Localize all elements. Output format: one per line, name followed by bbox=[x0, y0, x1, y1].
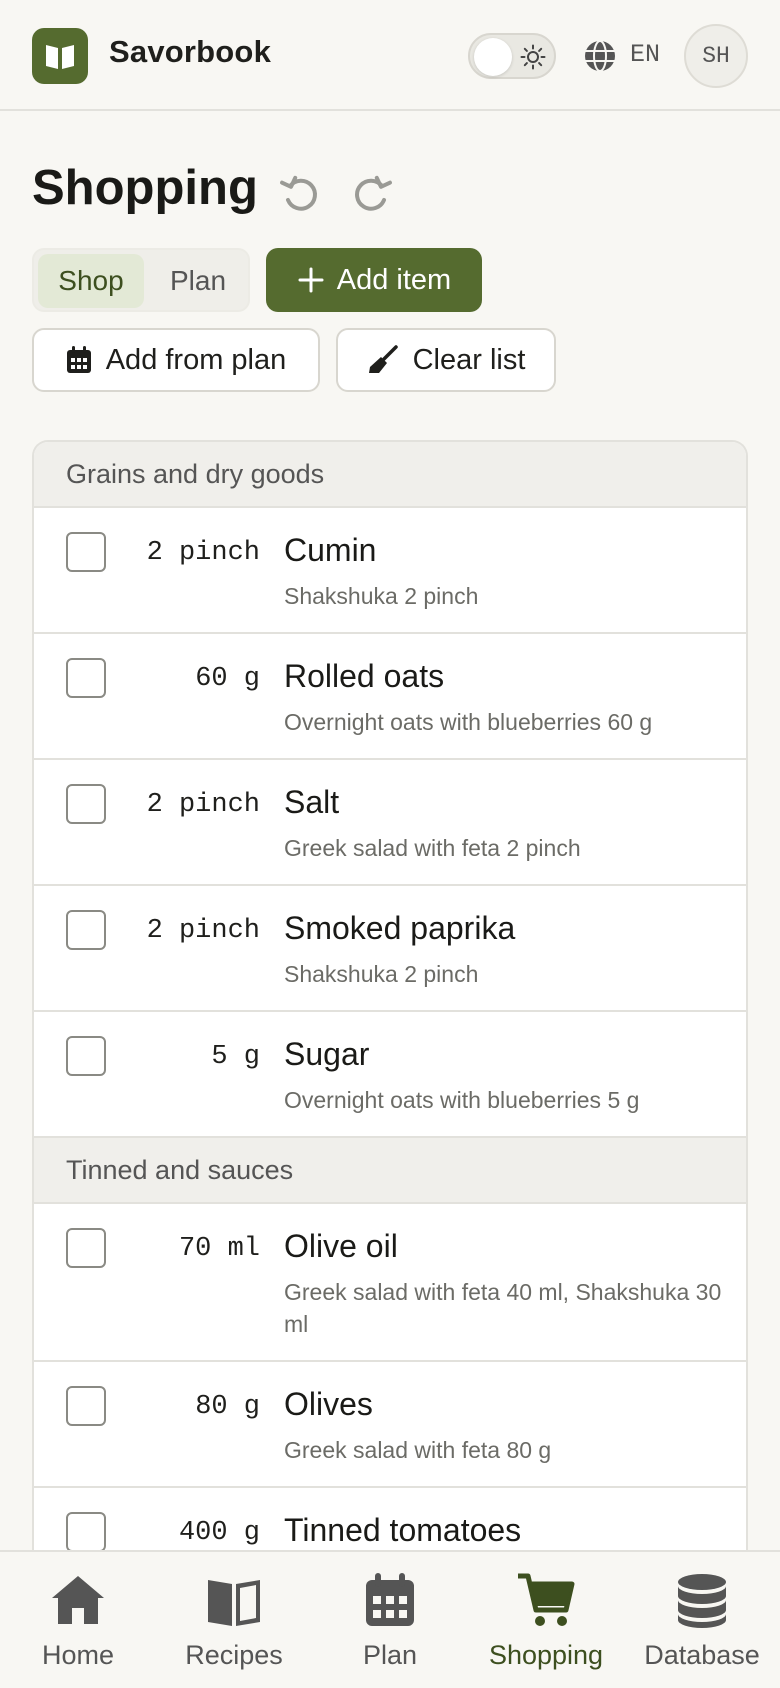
item-source: Greek salad with feta 40 ml, Shakshuka 3… bbox=[284, 1279, 722, 1337]
list-item: 80 g Olives Greek salad with feta 80 g bbox=[34, 1362, 746, 1488]
app-name: Savorbook bbox=[109, 34, 272, 69]
shopping-list: Grains and dry goods 2 pinch Cumin Shaks… bbox=[32, 440, 748, 1550]
item-source: Shakshuka 2 pinch bbox=[284, 583, 479, 609]
tab-shop[interactable]: Shop bbox=[38, 254, 144, 308]
language-selector[interactable]: EN bbox=[630, 40, 660, 69]
item-quantity: 400 g bbox=[178, 1518, 260, 1548]
nav-home-label: Home bbox=[41, 1640, 115, 1670]
nav-plan-label: Plan bbox=[362, 1640, 418, 1670]
item-name: Cumin bbox=[284, 532, 377, 568]
list-item: 2 pinch Salt Greek salad with feta 2 pin… bbox=[34, 760, 746, 886]
item-checkbox[interactable] bbox=[66, 532, 106, 572]
clear-list-label: Clear list bbox=[412, 343, 526, 376]
theme-toggle-knob bbox=[474, 38, 512, 76]
calendar-icon bbox=[366, 1573, 414, 1626]
item-quantity: 70 ml bbox=[178, 1234, 260, 1264]
item-name: Olives bbox=[284, 1386, 373, 1422]
nav-home[interactable]: Home bbox=[0, 1570, 156, 1680]
item-checkbox[interactable] bbox=[66, 658, 106, 698]
item-quantity: 5 g bbox=[211, 1042, 260, 1072]
calendar-icon bbox=[66, 346, 91, 373]
item-quantity: 2 pinch bbox=[146, 538, 260, 568]
item-source: Greek salad with feta 2 pinch bbox=[284, 835, 581, 861]
nav-shopping-label: Shopping bbox=[488, 1640, 604, 1670]
app-logo[interactable] bbox=[32, 28, 88, 84]
user-avatar[interactable]: SH bbox=[684, 24, 748, 88]
cart-icon bbox=[518, 1573, 575, 1626]
list-item: 70 ml Olive oil Greek salad with feta 40… bbox=[34, 1204, 746, 1362]
item-name: Smoked paprika bbox=[284, 910, 516, 946]
bottom-nav: Home Recipes Plan Shopping Database bbox=[0, 1550, 780, 1688]
list-item: 400 g Tinned tomatoes bbox=[34, 1488, 746, 1550]
item-checkbox[interactable] bbox=[66, 1386, 106, 1426]
list-item: 60 g Rolled oats Overnight oats with blu… bbox=[34, 634, 746, 760]
mode-switch: Shop Plan bbox=[32, 248, 250, 312]
item-source: Shakshuka 2 pinch bbox=[284, 961, 479, 987]
nav-shopping[interactable]: Shopping bbox=[468, 1570, 624, 1680]
add-item-button[interactable]: Add item bbox=[266, 248, 482, 312]
undo-icon[interactable] bbox=[278, 172, 322, 216]
list-item: 5 g Sugar Overnight oats with blueberrie… bbox=[34, 1012, 746, 1138]
item-name: Tinned tomatoes bbox=[284, 1512, 522, 1548]
app-header: Savorbook EN SH bbox=[0, 0, 780, 111]
item-name: Salt bbox=[284, 784, 340, 820]
item-source: Overnight oats with blueberries 5 g bbox=[284, 1087, 640, 1113]
sun-icon bbox=[520, 44, 546, 70]
plus-icon bbox=[298, 267, 324, 293]
tab-plan[interactable]: Plan bbox=[150, 254, 246, 308]
item-checkbox[interactable] bbox=[66, 1036, 106, 1076]
clear-list-button[interactable]: Clear list bbox=[336, 328, 556, 392]
page-title: Shopping bbox=[32, 161, 258, 215]
item-name: Sugar bbox=[284, 1036, 370, 1072]
add-from-plan-button[interactable]: Add from plan bbox=[32, 328, 320, 392]
nav-recipes-label: Recipes bbox=[185, 1640, 283, 1670]
globe-icon[interactable] bbox=[582, 38, 618, 74]
list-item: 2 pinch Cumin Shakshuka 2 pinch bbox=[34, 508, 746, 634]
item-checkbox[interactable] bbox=[66, 784, 106, 824]
item-quantity: 80 g bbox=[195, 1392, 260, 1422]
item-checkbox[interactable] bbox=[66, 1228, 106, 1268]
item-name: Rolled oats bbox=[284, 658, 445, 694]
broom-icon bbox=[368, 345, 398, 373]
item-quantity: 60 g bbox=[195, 664, 260, 694]
list-item: 2 pinch Smoked paprika Shakshuka 2 pinch bbox=[34, 886, 746, 1012]
add-item-label: Add item bbox=[336, 263, 452, 296]
nav-database[interactable]: Database bbox=[624, 1570, 780, 1680]
nav-plan[interactable]: Plan bbox=[312, 1570, 468, 1680]
item-checkbox[interactable] bbox=[66, 910, 106, 950]
group-header: Tinned and sauces bbox=[34, 1138, 746, 1204]
item-quantity: 2 pinch bbox=[146, 916, 260, 946]
item-checkbox[interactable] bbox=[66, 1512, 106, 1550]
item-quantity: 2 pinch bbox=[146, 790, 260, 820]
add-from-plan-label: Add from plan bbox=[105, 343, 287, 376]
nav-database-label: Database bbox=[644, 1640, 760, 1670]
nav-recipes[interactable]: Recipes bbox=[156, 1570, 312, 1680]
database-icon bbox=[678, 1574, 726, 1628]
redo-icon[interactable] bbox=[350, 172, 394, 216]
item-source: Greek salad with feta 80 g bbox=[284, 1437, 552, 1463]
book-icon bbox=[208, 1580, 260, 1626]
open-book-icon bbox=[46, 45, 74, 69]
theme-toggle[interactable] bbox=[468, 33, 556, 79]
home-icon bbox=[52, 1576, 104, 1624]
item-name: Olive oil bbox=[284, 1228, 398, 1264]
item-source: Overnight oats with blueberries 60 g bbox=[284, 709, 653, 735]
group-header: Grains and dry goods bbox=[34, 442, 746, 508]
